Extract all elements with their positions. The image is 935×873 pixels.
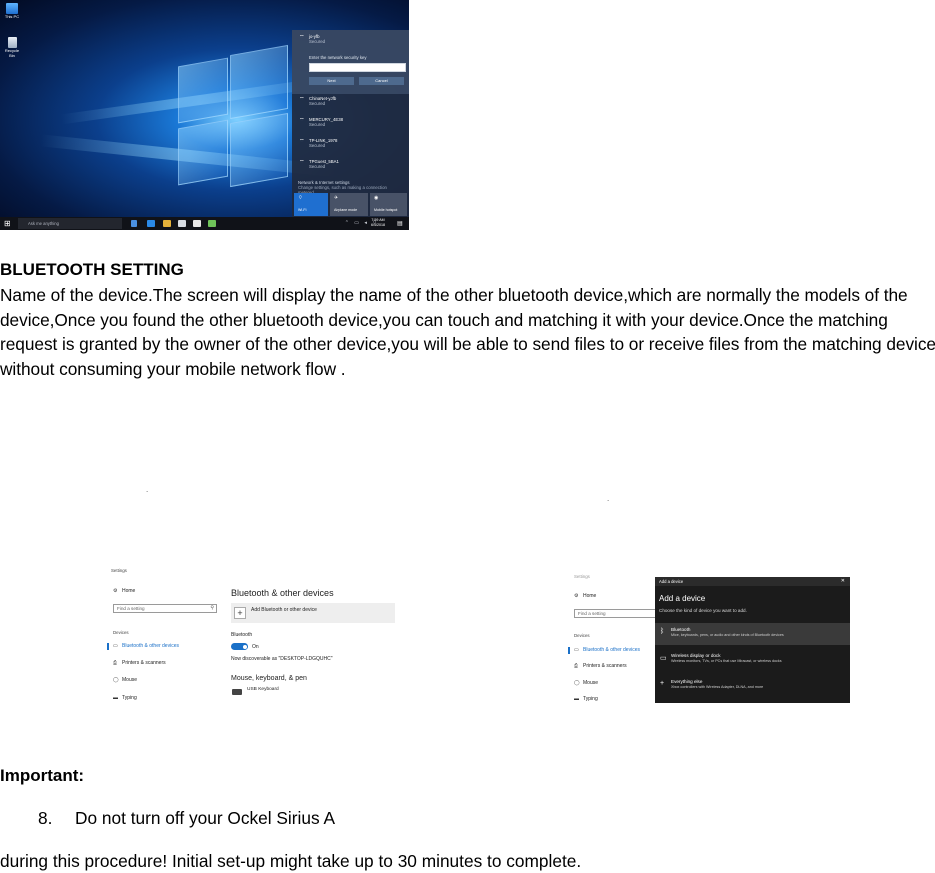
keyboard-icon: ▬	[113, 695, 118, 701]
option-bluetooth[interactable]: ᛒ Bluetooth Mice, keyboards, pens, or au…	[655, 623, 850, 645]
category-label: Devices	[113, 630, 129, 635]
wifi-network-selected[interactable]: ⌔ jo-yfb Secured Enter the network secur…	[292, 30, 409, 94]
window-title: Settings	[111, 568, 127, 573]
close-icon[interactable]: ✕	[841, 577, 845, 586]
windows-start-icon[interactable]: ⊞	[4, 219, 11, 228]
stray-dot: .	[607, 494, 610, 503]
bluetooth-icon: ᛒ	[660, 628, 665, 635]
recycle-bin-icon	[7, 37, 17, 48]
page-heading: Bluetooth & other devices	[231, 588, 334, 598]
wifi-icon: ⌔	[299, 118, 305, 124]
gear-icon: ⚙	[574, 593, 579, 599]
bluetooth-state: On	[252, 644, 259, 650]
body-paragraph: Name of the device.The screen will displ…	[0, 285, 935, 379]
dialog-subtitle: Choose the kind of device you want to ad…	[659, 608, 747, 613]
mouse-keyboard-heading: Mouse, keyboard, & pen	[231, 675, 307, 682]
option-everything-else[interactable]: + Everything else Xbox controllers with …	[655, 675, 850, 697]
window-title: Settings	[574, 574, 590, 579]
nav-mouse[interactable]: ◯ Mouse	[113, 677, 137, 684]
hotspot-icon: ◉	[374, 195, 379, 201]
airplane-mode-quick-action[interactable]: ✈ Airplane mode	[330, 193, 368, 216]
add-device-button[interactable]: + Add Bluetooth or other device	[231, 603, 395, 623]
app-icon[interactable]	[208, 220, 216, 227]
usb-keyboard-item[interactable]: USB Keyboard	[247, 687, 279, 692]
step-text: Do not turn off your Ockel Sirius A	[75, 808, 335, 828]
nav-home[interactable]: ⚙ Home	[574, 593, 596, 600]
desktop-icon-recycle-bin[interactable]: Recycle Bin	[3, 37, 21, 58]
windows-logo-pane	[178, 57, 228, 124]
windows-logo-pane	[230, 44, 288, 120]
file-explorer-icon[interactable]	[163, 220, 171, 227]
desktop-icon-this-pc[interactable]: This PC	[3, 3, 21, 19]
important-heading: Important:	[0, 766, 85, 785]
dialog-title: Add a device	[659, 594, 706, 603]
wifi-icon: ⌔	[298, 195, 303, 201]
nav-typing[interactable]: ▬ Typing	[113, 695, 137, 702]
discoverable-text: Now discoverable as "DESKTOP-LDGQUHC"	[231, 656, 333, 662]
cancel-button[interactable]: Cancel	[359, 77, 404, 85]
category-label: Devices	[574, 633, 590, 638]
printer-icon: ⎙	[574, 663, 579, 669]
bluetooth-toggle[interactable]	[231, 643, 248, 650]
keyboard-icon: ▬	[574, 696, 579, 702]
step-number: 8.	[38, 808, 53, 828]
settings-screenshot-bluetooth: Settings ⚙ Home Find a setting ⚲ Devices …	[107, 563, 397, 703]
nav-bluetooth[interactable]: ▭ Bluetooth & other devices	[107, 643, 179, 650]
monitor-icon: ▭	[660, 655, 667, 662]
next-button[interactable]: Next	[309, 77, 354, 85]
nav-printers[interactable]: ⎙ Printers & scanners	[113, 660, 166, 667]
mail-icon[interactable]	[193, 220, 201, 227]
store-icon[interactable]	[178, 220, 186, 227]
gear-icon: ⚙	[113, 588, 118, 594]
action-center-icon[interactable]: ▤	[397, 220, 403, 227]
network-key-input[interactable]	[309, 63, 406, 72]
stray-dot: .	[146, 485, 149, 494]
option-wireless-display[interactable]: ▭ Wireless display or dock Wireless moni…	[655, 649, 850, 671]
mouse-icon: ◯	[574, 680, 580, 686]
search-icon: ⚲	[210, 605, 214, 611]
nav-printers[interactable]: ⎙ Printers & scanners	[574, 663, 627, 670]
section-title: BLUETOOTH SETTING	[0, 260, 184, 279]
mouse-icon: ◯	[113, 677, 119, 683]
devices-icon: ▭	[113, 643, 118, 649]
plus-icon: +	[234, 607, 246, 619]
wifi-icon: ⌔	[299, 160, 305, 166]
wifi-network-item[interactable]: ⌔ MERCURY_4E38 Secured	[292, 113, 409, 135]
printer-icon: ⎙	[113, 660, 118, 666]
find-setting-input[interactable]: Find a setting ⚲	[113, 604, 217, 613]
wifi-icon: ⌔	[299, 97, 305, 103]
taskbar-search-box[interactable]: Ask me anything	[18, 218, 122, 229]
wifi-flyout: ⌔ jo-yfb Secured Enter the network secur…	[292, 30, 409, 217]
mobile-hotspot-quick-action[interactable]: ◉ Mobile hotspot	[370, 193, 407, 216]
task-view-icon[interactable]	[131, 220, 137, 227]
windows-logo-pane	[178, 119, 228, 186]
devices-icon: ▭	[574, 647, 579, 653]
taskbar: ⊞ Ask me anything ⌃ ▭ ◂ ⌔ 7:59 AM 6/4/20…	[0, 217, 409, 230]
edge-icon[interactable]	[147, 220, 155, 227]
settings-screenshot-add-device: Settings ⚙ Home Find a setting Devices ▭ B…	[568, 568, 850, 703]
desktop-screenshot: This PC Recycle Bin ⌔ jo-yfb Secured Ent…	[0, 0, 409, 230]
keyboard-icon	[232, 689, 242, 695]
nav-home[interactable]: ⚙ Home	[113, 588, 135, 595]
windows-logo-pane	[230, 112, 288, 188]
plus-icon: +	[660, 680, 665, 687]
dialog-header: Add a device	[655, 577, 850, 586]
wifi-network-item[interactable]: ⌔ TP-LINK_1978 Secured	[292, 134, 409, 156]
computer-icon	[6, 3, 18, 14]
wifi-icon: ⌔	[299, 139, 305, 145]
nav-typing[interactable]: ▬ Typing	[574, 696, 598, 703]
bluetooth-label: Bluetooth	[231, 632, 253, 638]
wifi-quick-action[interactable]: ⌔ Wi-Fi	[294, 193, 328, 216]
wifi-icon: ⌔	[299, 35, 305, 41]
airplane-icon: ✈	[334, 195, 339, 201]
add-device-dialog: Add a device ✕ Add a device Choose the k…	[655, 577, 850, 703]
nav-bluetooth[interactable]: ▭ Bluetooth & other devices	[568, 647, 640, 654]
taskbar-clock[interactable]: 7:59 AM 6/4/2018	[371, 218, 385, 228]
wifi-network-item[interactable]: ⌔ ChinaNet-yJfb Secured	[292, 92, 409, 114]
step-item: 8. Do not turn off your Ockel Sirius A	[38, 807, 335, 829]
wifi-network-item[interactable]: ⌔ TPGuest_5BA1 Secured	[292, 155, 409, 177]
closing-paragraph: during this procedure! Initial set-up mi…	[0, 851, 582, 871]
nav-mouse[interactable]: ◯ Mouse	[574, 680, 598, 687]
